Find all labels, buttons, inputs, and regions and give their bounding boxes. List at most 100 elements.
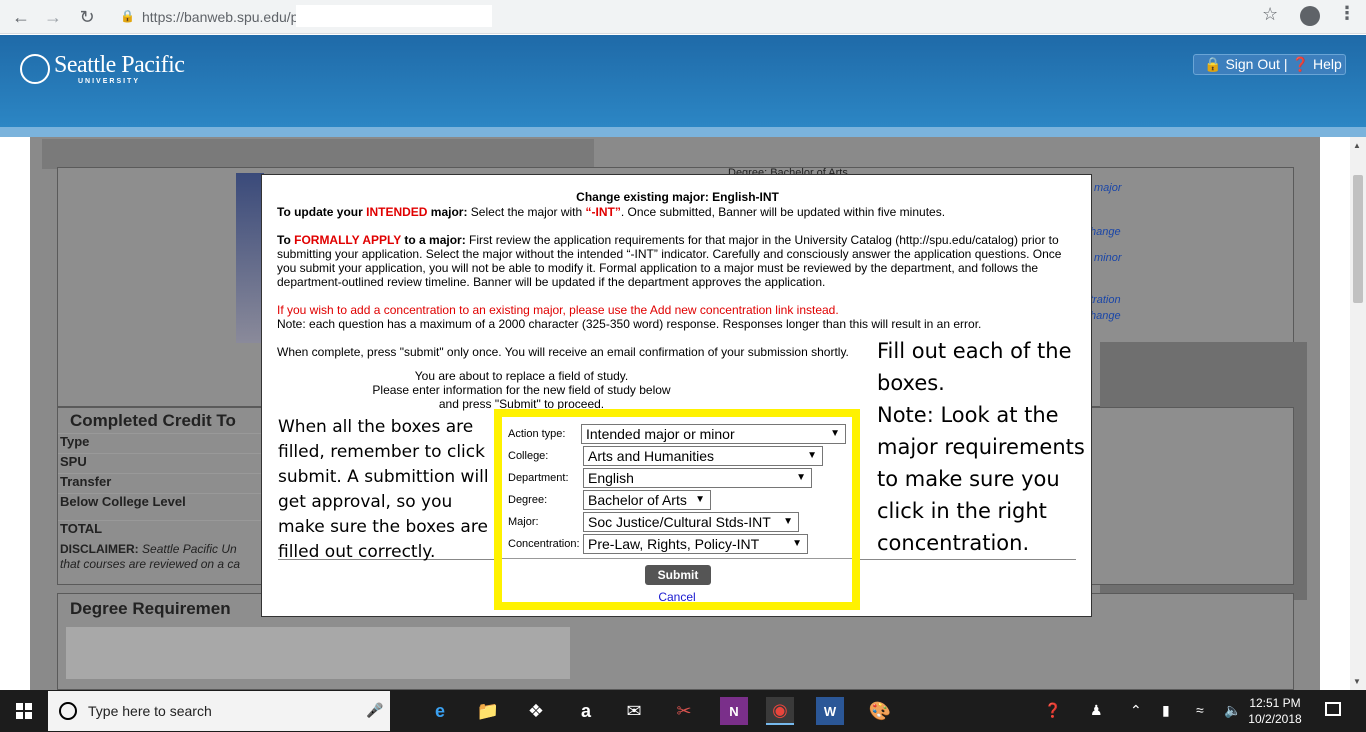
dropbox-icon[interactable]: ❖: [522, 697, 550, 725]
redacted-block: [42, 139, 594, 169]
side-link[interactable]: hange: [1090, 226, 1121, 238]
side-link[interactable]: minor: [1094, 252, 1122, 264]
degree-select[interactable]: Bachelor of Arts ▼: [583, 490, 711, 510]
forward-arrow-icon[interactable]: →: [42, 6, 64, 28]
mail-icon[interactable]: ✉: [620, 697, 648, 725]
annotation-left: When all the boxes are filled, remember …: [278, 417, 489, 562]
replace-notice-2: Please enter information for the new fie…: [372, 383, 671, 397]
p1-intended: INTENDED: [366, 205, 428, 219]
annotation-right: Fill out each of the boxes. Note: Look a…: [877, 335, 1092, 559]
department-select[interactable]: English ▼: [583, 468, 812, 488]
taskbar-search[interactable]: Type here to search 🎤: [48, 691, 390, 731]
windows-taskbar: Type here to search 🎤 e 📁 ❖ a ✉ ✂ N ◉ W …: [0, 690, 1366, 732]
people-icon[interactable]: ♟: [1090, 702, 1103, 719]
windows-start-icon[interactable]: [16, 703, 32, 719]
action-type-select[interactable]: Intended major or minor ▼: [581, 424, 846, 444]
concentration-warning: If you wish to add a concentration to an…: [277, 303, 839, 317]
formal-apply-paragraph: To FORMALLY APPLY to a major: First revi…: [277, 233, 1082, 289]
dropdown-arrow-icon: ▼: [830, 428, 840, 439]
snipping-tool-icon[interactable]: ✂: [670, 697, 698, 725]
major-select[interactable]: Soc Justice/Cultural Stds-INT ▼: [583, 512, 799, 532]
dropdown-arrow-icon: ▼: [807, 450, 817, 461]
paint-icon[interactable]: 🎨: [866, 697, 894, 725]
row-label: SPU: [60, 454, 87, 469]
field-of-study-form: Action type: Intended major or minor ▼ Co…: [494, 409, 860, 610]
help-link[interactable]: Help: [1313, 56, 1342, 72]
help-tray-icon[interactable]: ❓: [1044, 702, 1061, 719]
action-type-label: Action type:: [508, 428, 566, 440]
sign-out-link[interactable]: Sign Out: [1225, 56, 1279, 72]
p2-lead: To: [277, 233, 295, 247]
degree-requirements-heading: Degree Requiremen: [70, 599, 231, 618]
profile-icon[interactable]: [1300, 6, 1320, 26]
chevron-up-icon[interactable]: ⌃: [1130, 702, 1142, 719]
department-value: English: [588, 470, 634, 486]
logo-sub: UNIVERSITY: [78, 78, 141, 85]
help-icon: ❓: [1291, 56, 1309, 72]
p1-rest: . Once submitted, Banner will be updated…: [620, 205, 946, 219]
replace-notice-1: You are about to replace a field of stud…: [414, 369, 629, 383]
site-header: Seattle Pacific UNIVERSITY 🔒 Sign Out | ❓ He…: [0, 35, 1366, 127]
onenote-icon[interactable]: N: [720, 697, 748, 725]
major-label: Major:: [508, 516, 539, 528]
cortana-icon: [59, 702, 77, 720]
scroll-thumb[interactable]: [1353, 175, 1363, 303]
word-icon[interactable]: W: [816, 697, 844, 725]
disclaimer: DISCLAIMER: Seattle Pacific Un: [60, 542, 237, 556]
browser-toolbar: ← → ↻ 🔒 https://banweb.spu.edu/p ☆ ⋮: [0, 0, 1366, 34]
back-arrow-icon[interactable]: ←: [10, 6, 32, 28]
scroll-down-icon[interactable]: ▼: [1353, 677, 1361, 686]
clock-time: 12:51 PM: [1249, 696, 1301, 710]
url-text: https://banweb.spu.edu/p: [142, 9, 299, 25]
reload-icon[interactable]: ↻: [76, 6, 98, 28]
intended-paragraph: To update your INTENDED major: Select th…: [277, 205, 1082, 219]
degree-label: Degree:: [508, 494, 548, 506]
form-divider: [502, 558, 852, 559]
college-select[interactable]: Arts and Humanities ▼: [583, 446, 823, 466]
volume-icon[interactable]: 🔈: [1224, 702, 1241, 719]
cancel-link[interactable]: Cancel: [502, 590, 852, 604]
p2-formally: FORMALLY APPLY: [294, 233, 402, 247]
wifi-icon[interactable]: ≈: [1196, 702, 1204, 718]
concentration-value: Pre-Law, Rights, Policy-INT: [588, 536, 760, 552]
row-label: Transfer: [60, 474, 112, 489]
side-link[interactable]: tration: [1090, 294, 1121, 306]
search-placeholder: Type here to search: [88, 703, 212, 719]
address-bar[interactable]: 🔒 https://banweb.spu.edu/p: [110, 4, 1295, 30]
side-link[interactable]: hange: [1090, 310, 1121, 322]
battery-icon[interactable]: ▮: [1162, 702, 1170, 719]
disclaimer-text: Seattle Pacific Un: [142, 542, 237, 556]
page-scrollbar[interactable]: ▲ ▼: [1350, 137, 1366, 690]
notifications-icon[interactable]: [1325, 702, 1341, 716]
chrome-icon[interactable]: ◉: [766, 697, 794, 725]
edge-icon[interactable]: e: [426, 697, 454, 725]
bookmark-star-icon[interactable]: ☆: [1262, 4, 1278, 25]
row-label: Below College Level: [60, 494, 186, 509]
scroll-up-icon[interactable]: ▲: [1353, 141, 1361, 150]
concentration-label: Concentration:: [508, 538, 580, 550]
lock-icon: 🔒: [1204, 56, 1222, 72]
clock-date: 10/2/2018: [1248, 712, 1302, 726]
department-label: Department:: [508, 472, 569, 484]
kebab-menu-icon[interactable]: ⋮: [1338, 3, 1356, 24]
character-limit-note: Note: each question has a maximum of a 2…: [277, 317, 982, 331]
taskbar-clock[interactable]: 12:51 PM 10/2/2018: [1245, 695, 1305, 727]
disclaimer-text-2: that courses are reviewed on a ca: [60, 557, 241, 571]
p1-major: major:: [427, 205, 468, 219]
college-label: College:: [508, 450, 549, 462]
side-link[interactable]: major: [1094, 182, 1122, 194]
header-stripe: [0, 127, 1366, 137]
annotation-right-2: Note: Look at the major requirements to …: [877, 403, 1085, 555]
p1-lead: To update your: [277, 205, 367, 219]
file-explorer-icon[interactable]: 📁: [474, 697, 502, 725]
submit-once-note: When complete, press "submit" only once.…: [277, 345, 849, 359]
concentration-select[interactable]: Pre-Law, Rights, Policy-INT ▼: [583, 534, 808, 554]
annotation-right-1: Fill out each of the boxes.: [877, 339, 1072, 395]
logo-name: Seattle Pacific: [54, 52, 185, 78]
row-label: Type: [60, 434, 90, 449]
amazon-icon[interactable]: a: [572, 697, 600, 725]
row-label: TOTAL: [60, 521, 103, 536]
p1-text: Select the major with: [467, 205, 586, 219]
microphone-icon[interactable]: 🎤: [366, 702, 383, 719]
submit-button[interactable]: Submit: [645, 565, 711, 585]
